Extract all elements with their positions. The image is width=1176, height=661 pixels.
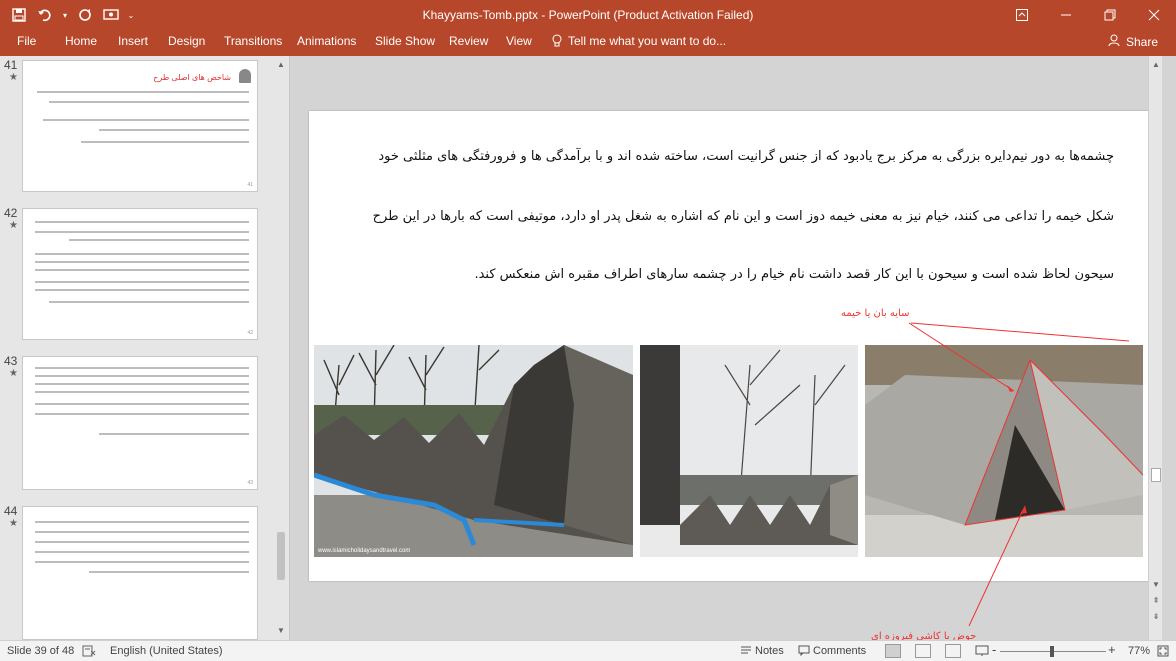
zoom-in-button[interactable]: + — [1108, 642, 1116, 657]
tab-insert[interactable]: Insert — [118, 34, 148, 48]
minimize-icon[interactable] — [1044, 0, 1088, 30]
fountain-photo-2[interactable] — [640, 345, 858, 557]
tell-me-search[interactable]: Tell me what you want to do... — [552, 34, 726, 50]
animation-star-icon: ★ — [9, 368, 18, 379]
current-slide[interactable]: چشمه‌ها به دور نیم‌دایره بزرگی به مرکز ب… — [309, 111, 1148, 642]
ribbon-tabs: File Home Insert Design Transitions Anim… — [0, 30, 1176, 56]
animation-star-icon: ★ — [9, 220, 18, 231]
annotation-canopy[interactable]: سایه بان یا خیمه — [841, 308, 909, 319]
thumb-number-42: 42 — [4, 206, 18, 220]
reading-view-icon[interactable] — [945, 644, 961, 658]
next-slide-icon[interactable]: ⇟ — [1149, 610, 1163, 624]
scroll-down-icon[interactable]: ▼ — [1149, 578, 1163, 592]
slide-thumbnail-41[interactable]: شاخص های اصلی طرح 41 — [22, 60, 258, 192]
normal-view-icon[interactable] — [885, 644, 901, 658]
zoom-level[interactable]: 77% — [1128, 645, 1150, 657]
spellcheck-icon[interactable] — [82, 645, 96, 660]
scroll-thumb[interactable] — [277, 532, 285, 580]
zoom-slider-handle[interactable] — [1050, 646, 1054, 657]
thumb-number-44: 44 — [4, 504, 18, 518]
fountain-photo-3[interactable] — [865, 345, 1143, 557]
animation-star-icon: ★ — [9, 72, 18, 83]
lightbulb-icon — [552, 34, 562, 50]
restore-icon[interactable] — [1088, 0, 1132, 30]
tab-animations[interactable]: Animations — [297, 34, 356, 48]
comments-icon[interactable] — [798, 645, 810, 659]
tab-transitions[interactable]: Transitions — [224, 34, 282, 48]
thumb-number-41: 41 — [4, 58, 18, 72]
ribbon-display-icon[interactable] — [1000, 0, 1044, 30]
language-indicator[interactable]: English (United States) — [110, 645, 223, 657]
slideshow-view-icon[interactable] — [975, 645, 989, 660]
previous-slide-icon[interactable]: ⇞ — [1149, 594, 1163, 608]
person-icon — [1108, 34, 1120, 49]
slide-text-line-1[interactable]: چشمه‌ها به دور نیم‌دایره بزرگی به مرکز ب… — [334, 149, 1114, 164]
tab-slide-show[interactable]: Slide Show — [375, 34, 435, 48]
tab-home[interactable]: Home — [65, 34, 97, 48]
slide-thumbnail-43[interactable]: 43 — [22, 356, 258, 490]
slide-thumbnail-44[interactable] — [22, 506, 258, 640]
animation-star-icon: ★ — [9, 518, 18, 529]
notes-button[interactable]: Notes — [755, 645, 784, 657]
scroll-up-icon[interactable]: ▲ — [274, 58, 288, 72]
fit-slide-icon[interactable] — [1157, 645, 1169, 660]
title-bar: ▾ ⌄ Khayyams-Tomb.pptx - PowerPoint (Pro… — [0, 0, 1176, 30]
slide-editor: چشمه‌ها به دور نیم‌دایره بزرگی به مرکز ب… — [291, 56, 1162, 642]
slide-thumbnail-pane: 41 ★ شاخص های اصلی طرح 41 42 ★ 42 43 ★ 4… — [0, 56, 290, 640]
scroll-thumb[interactable] — [1151, 468, 1161, 482]
fountain-photo-1[interactable]: www.islamicholidaysandtravel.com — [314, 345, 633, 557]
close-icon[interactable] — [1132, 0, 1176, 30]
slide-text-line-3[interactable]: سیحون لحاظ شده است و سیحون با این کار قص… — [334, 267, 1114, 282]
thumb-page-number: 41 — [247, 182, 253, 188]
thumb-page-number: 42 — [247, 330, 253, 336]
tab-file[interactable]: File — [17, 34, 36, 48]
slide-counter: Slide 39 of 48 — [7, 645, 75, 657]
comments-button[interactable]: Comments — [813, 645, 866, 657]
share-label: Share — [1125, 34, 1158, 49]
slide-thumbnail-42[interactable]: 42 — [22, 208, 258, 340]
window-controls — [1000, 0, 1176, 30]
thumb-title: شاخص های اصلی طرح — [153, 73, 231, 82]
status-bar: Slide 39 of 48 English (United States) N… — [0, 640, 1176, 661]
scroll-down-icon[interactable]: ▼ — [274, 624, 288, 638]
tab-design[interactable]: Design — [168, 34, 205, 48]
thumb-page-number: 43 — [247, 480, 253, 486]
zoom-out-button[interactable]: - — [992, 642, 996, 657]
scroll-up-icon[interactable]: ▲ — [1149, 58, 1163, 72]
tab-view[interactable]: View — [506, 34, 532, 48]
slide-sorter-icon[interactable] — [915, 644, 931, 658]
notes-icon[interactable] — [740, 645, 752, 659]
thumb-number-43: 43 — [4, 354, 18, 368]
figure-icon — [239, 69, 251, 83]
editor-scrollbar[interactable]: ▲ ▼ ⇞ ⇟ — [1148, 56, 1162, 640]
tell-me-label: Tell me what you want to do... — [568, 34, 727, 48]
share-button[interactable]: Share — [1108, 34, 1158, 49]
photo-watermark: www.islamicholidaysandtravel.com — [317, 548, 410, 554]
slide-text-line-2[interactable]: شکل خیمه را تداعی می کنند، خیام نیز به م… — [334, 209, 1114, 224]
thumbnail-scrollbar[interactable]: ▲ ▼ — [274, 56, 288, 640]
tab-review[interactable]: Review — [449, 34, 488, 48]
